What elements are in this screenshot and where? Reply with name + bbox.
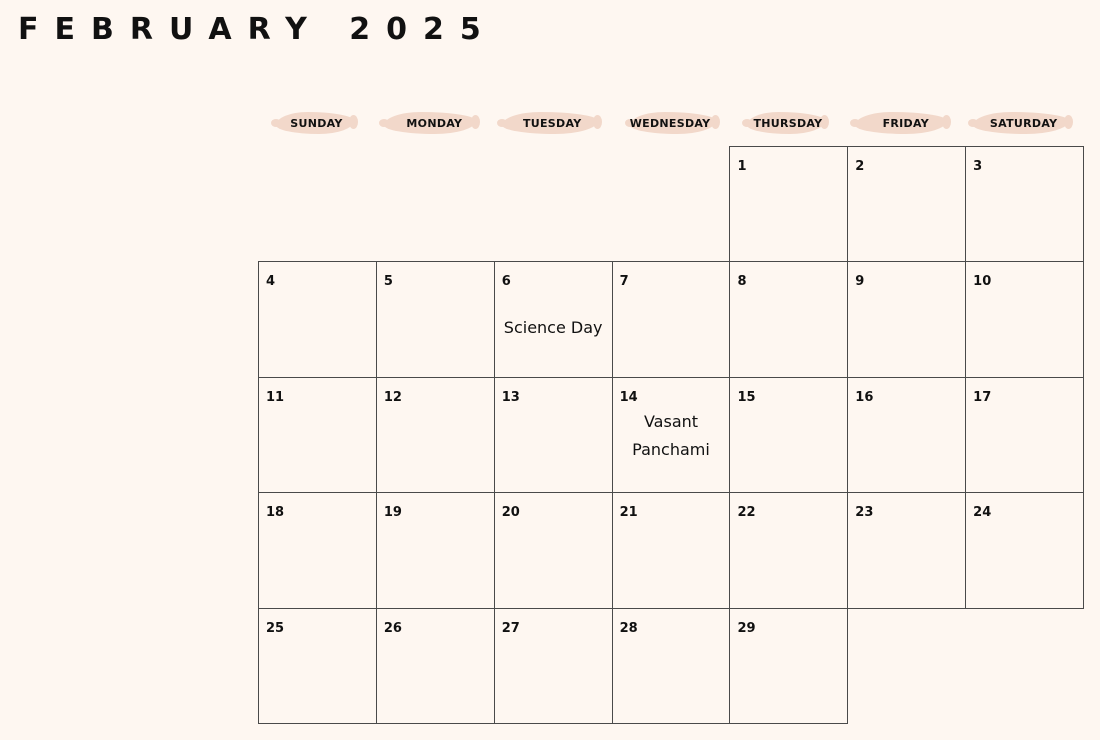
day-number: 9 <box>855 274 865 290</box>
day-number: 25 <box>266 620 285 636</box>
day-cell-18[interactable]: 18 <box>258 492 377 609</box>
day-cell-2[interactable]: 2 <box>847 146 967 263</box>
weekday-label: MONDAY <box>406 116 463 130</box>
weekday-header-friday: FRIDAY <box>847 108 964 138</box>
day-number: 11 <box>266 389 285 405</box>
day-cell-9[interactable]: 9 <box>847 261 967 378</box>
day-cell-3[interactable]: 3 <box>965 146 1085 263</box>
day-number: 23 <box>855 505 874 521</box>
day-number: 1 <box>737 159 747 174</box>
weekday-header-wednesday: WEDNESDAY <box>612 108 729 138</box>
day-number: 24 <box>973 505 992 521</box>
day-number: 7 <box>619 274 629 290</box>
day-cell-23[interactable]: 23 <box>847 492 967 609</box>
weekday-label: SUNDAY <box>290 116 343 130</box>
day-number: 13 <box>501 389 520 405</box>
day-cell-14[interactable]: 14 Vasant Panchami <box>611 376 731 494</box>
day-cell-12[interactable]: 12 <box>375 376 495 494</box>
day-number: 12 <box>383 389 402 405</box>
calendar-title: FEBRUARY 2025 <box>18 12 497 47</box>
day-number: 18 <box>266 505 285 521</box>
weekday-label: SATURDAY <box>989 116 1058 130</box>
weekday-label: TUESDAY <box>522 116 582 130</box>
day-cell-19[interactable]: 19 <box>375 492 495 609</box>
weekday-header-monday: MONDAY <box>376 108 493 138</box>
day-cell-16[interactable]: 16 <box>847 376 967 494</box>
day-cell-5[interactable]: 5 <box>375 261 495 378</box>
day-cell-15[interactable]: 15 <box>729 376 849 494</box>
weekday-label: WEDNESDAY <box>629 116 711 130</box>
day-cell-28[interactable]: 28 <box>611 607 731 724</box>
day-cell-1[interactable]: 1 <box>729 146 849 263</box>
weekday-label: FRIDAY <box>882 116 930 130</box>
day-cell-11[interactable]: 11 <box>258 376 377 494</box>
event-label: Vasant Panchami <box>632 411 710 459</box>
day-cell-6[interactable]: 6 Science Day <box>493 261 613 378</box>
day-number: 8 <box>737 274 747 290</box>
day-number: 10 <box>973 274 992 290</box>
day-cell-10[interactable]: 10 <box>965 261 1085 378</box>
day-cell-20[interactable]: 20 <box>493 492 613 609</box>
day-number: 17 <box>973 389 992 405</box>
day-number: 3 <box>973 159 983 174</box>
day-number: 21 <box>619 505 638 521</box>
day-cell-24[interactable]: 24 <box>965 492 1085 609</box>
day-cell-26[interactable]: 26 <box>375 607 495 724</box>
weekday-header-tuesday: TUESDAY <box>494 108 611 138</box>
calendar-grid: 1 2 3 4 5 6 Science Day 7 8 9 10 11 12 13 14 Vasant Pan… <box>258 146 1085 724</box>
day-number: 16 <box>855 389 874 405</box>
day-number: 22 <box>737 505 756 521</box>
day-cell-25[interactable]: 25 <box>258 607 377 724</box>
day-number: 28 <box>619 620 638 636</box>
day-cell-4[interactable]: 4 <box>258 261 377 378</box>
day-number: 15 <box>737 389 756 405</box>
day-number: 20 <box>501 505 520 521</box>
day-number: 2 <box>855 159 865 174</box>
day-number: 14 <box>619 389 638 405</box>
day-cell-7[interactable]: 7 <box>611 261 731 378</box>
day-number: 5 <box>383 274 393 290</box>
day-cell-27[interactable]: 27 <box>493 607 613 724</box>
day-number: 6 <box>501 274 511 290</box>
day-number: 19 <box>383 505 402 521</box>
day-number: 29 <box>737 620 756 636</box>
weekday-header-thursday: THURSDAY <box>729 108 846 138</box>
day-number: 4 <box>266 274 276 290</box>
day-cell-21[interactable]: 21 <box>611 492 731 609</box>
weekday-header-row: SUNDAY MONDAY TUESDAY WEDNESDAY THURSDAY FRID… <box>258 108 1083 138</box>
event-label: Science Day <box>503 318 603 338</box>
weekday-label: THURSDAY <box>753 116 823 130</box>
weekday-header-saturday: SATURDAY <box>965 108 1082 138</box>
day-cell-13[interactable]: 13 <box>493 376 613 494</box>
weekday-header-sunday: SUNDAY <box>258 108 375 138</box>
day-number: 27 <box>501 620 520 636</box>
day-cell-22[interactable]: 22 <box>729 492 849 609</box>
day-number: 26 <box>383 620 402 636</box>
day-cell-17[interactable]: 17 <box>965 376 1085 494</box>
day-cell-8[interactable]: 8 <box>729 261 849 378</box>
day-cell-29[interactable]: 29 <box>729 607 849 724</box>
